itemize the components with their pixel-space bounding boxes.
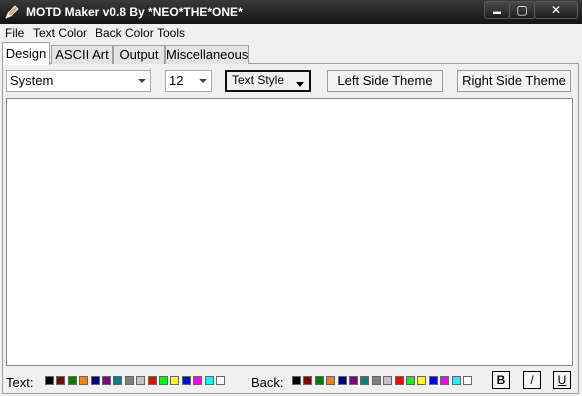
back-color-swatch[interactable] bbox=[292, 376, 301, 385]
left-side-theme-button[interactable]: Left Side Theme bbox=[327, 70, 443, 92]
text-color-swatch[interactable] bbox=[147, 376, 157, 385]
chevron-down-icon bbox=[134, 71, 150, 91]
close-button[interactable]: ✕ bbox=[534, 1, 578, 19]
back-color-swatch[interactable] bbox=[337, 376, 347, 385]
size-select-value: 12 bbox=[169, 73, 184, 88]
right-side-theme-button[interactable]: Right Side Theme bbox=[457, 70, 571, 92]
chevron-down-icon bbox=[195, 71, 211, 91]
text-color-swatch[interactable] bbox=[124, 376, 134, 385]
back-color-swatch[interactable] bbox=[383, 376, 393, 385]
close-icon: ✕ bbox=[550, 3, 562, 17]
back-color-swatch[interactable] bbox=[428, 376, 438, 385]
back-color-swatch[interactable] bbox=[303, 376, 313, 385]
menu-bar: File Text Color Back Color Tools bbox=[0, 24, 582, 42]
tab-output[interactable]: Output bbox=[113, 45, 165, 64]
text-color-swatch[interactable] bbox=[136, 376, 146, 385]
back-color-swatch[interactable] bbox=[371, 376, 381, 385]
text-color-label: Text: bbox=[6, 375, 34, 390]
maximize-button[interactable]: ▢ bbox=[509, 1, 535, 19]
text-color-swatch[interactable] bbox=[45, 376, 54, 385]
text-color-swatch[interactable] bbox=[216, 376, 225, 385]
text-color-swatch[interactable] bbox=[102, 376, 111, 385]
text-style-dropdown[interactable]: Text Style bbox=[225, 70, 311, 92]
text-color-swatch[interactable] bbox=[159, 376, 168, 385]
back-color-swatch[interactable] bbox=[360, 376, 370, 385]
back-color-swatch[interactable] bbox=[417, 376, 427, 385]
tab-ascii-art[interactable]: ASCII Art bbox=[51, 45, 113, 64]
back-color-swatch[interactable] bbox=[349, 376, 358, 385]
back-color-swatch[interactable] bbox=[394, 376, 404, 385]
dropdown-arrow-icon bbox=[296, 82, 304, 87]
pencil-icon bbox=[5, 5, 19, 19]
menu-file[interactable]: File bbox=[5, 26, 24, 40]
minimize-icon: ▬ bbox=[493, 7, 501, 16]
font-select-value: System bbox=[10, 73, 54, 88]
back-color-label: Back: bbox=[251, 375, 284, 390]
tab-design[interactable]: Design bbox=[2, 42, 50, 65]
window-title: MOTD Maker v0.8 By *NEO*THE*ONE* bbox=[26, 5, 243, 19]
tab-strip: Design ASCII Art Output Miscellaneous bbox=[0, 42, 582, 65]
back-color-swatch[interactable] bbox=[463, 376, 472, 385]
menu-back-color[interactable]: Back Color bbox=[95, 26, 154, 40]
text-color-swatch[interactable] bbox=[90, 376, 100, 385]
motd-editor[interactable] bbox=[6, 98, 573, 366]
back-color-swatch[interactable] bbox=[314, 376, 324, 385]
text-color-swatch[interactable] bbox=[79, 376, 89, 385]
back-color-swatch[interactable] bbox=[451, 376, 461, 385]
maximize-icon: ▢ bbox=[516, 3, 528, 17]
minimize-button[interactable]: ▬ bbox=[484, 1, 510, 19]
back-color-swatch[interactable] bbox=[440, 376, 450, 385]
back-color-swatch[interactable] bbox=[406, 376, 415, 385]
size-select[interactable]: 12 bbox=[165, 70, 212, 92]
bold-button[interactable]: B bbox=[492, 371, 510, 389]
text-color-swatch[interactable] bbox=[67, 376, 77, 385]
text-color-swatch[interactable] bbox=[56, 376, 66, 385]
text-color-swatch[interactable] bbox=[181, 376, 191, 385]
back-color-swatch[interactable] bbox=[326, 376, 336, 385]
underline-button[interactable]: U bbox=[553, 371, 571, 389]
font-select[interactable]: System bbox=[6, 70, 151, 92]
menu-tools[interactable]: Tools bbox=[157, 26, 185, 40]
text-color-swatch[interactable] bbox=[113, 376, 123, 385]
title-bar: MOTD Maker v0.8 By *NEO*THE*ONE* ▬ ▢ ✕ bbox=[0, 0, 582, 24]
text-color-swatch[interactable] bbox=[193, 376, 203, 385]
text-color-swatch[interactable] bbox=[170, 376, 180, 385]
menu-text-color[interactable]: Text Color bbox=[33, 26, 87, 40]
italic-button[interactable]: / bbox=[523, 371, 541, 389]
text-color-swatch[interactable] bbox=[204, 376, 214, 385]
tab-miscellaneous[interactable]: Miscellaneous bbox=[165, 45, 249, 64]
text-style-label: Text Style bbox=[232, 73, 285, 87]
